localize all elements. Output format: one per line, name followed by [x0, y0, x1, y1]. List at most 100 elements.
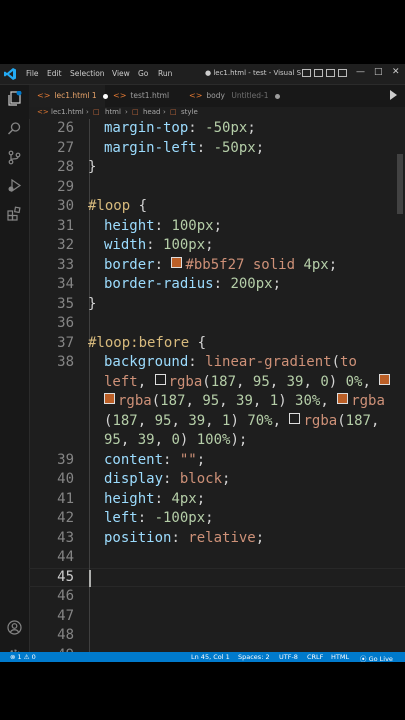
go-live-button[interactable]: ⦿ Go Live	[360, 653, 393, 662]
code-token: ,	[219, 393, 237, 409]
code-token: ,	[252, 393, 270, 409]
menu-selection[interactable]: Selection	[70, 69, 105, 78]
account-icon[interactable]	[7, 620, 22, 635]
code-token: 187	[112, 412, 138, 429]
code-token: :	[213, 276, 231, 292]
code-token: :	[154, 217, 172, 234]
code-token: border-radius	[104, 276, 214, 292]
color-swatch[interactable]	[379, 373, 391, 385]
code-token: {	[189, 334, 207, 351]
code-line: (187, 95, 39, 1) 70%, rgba(187,	[104, 412, 380, 429]
code-token: 187	[210, 373, 237, 390]
breadcrumb-item-head[interactable]: head	[143, 108, 160, 116]
line-number: 39	[57, 451, 74, 468]
code-line: border-radius: 200px;	[104, 276, 281, 292]
code-token: -50px	[205, 120, 248, 136]
code-token: ,	[236, 373, 253, 390]
code-token: ,	[205, 412, 223, 429]
current-line-highlight	[29, 567, 405, 587]
code-token: 39	[286, 373, 304, 390]
editor-tabs: <> lec1.html 1 <> test1.html <> body Untitl…	[29, 85, 405, 108]
code-token: ,	[370, 412, 380, 429]
extensions-icon[interactable]	[7, 206, 22, 221]
tab-test1-html[interactable]: <> test1.html	[105, 85, 185, 107]
line-number: 45	[57, 568, 74, 585]
layout-sidebar-icon[interactable]	[302, 69, 311, 77]
code-line: height: 4px;	[104, 491, 205, 507]
code-token: }	[88, 159, 97, 175]
menu-edit[interactable]: Edit	[47, 69, 62, 78]
line-number: 43	[57, 529, 74, 546]
activity-bar	[0, 85, 30, 662]
search-icon[interactable]	[7, 121, 22, 136]
layout-panel-icon[interactable]	[314, 69, 323, 77]
code-token: ,	[303, 373, 321, 390]
tab-untitled-1[interactable]: <> body Untitled-1	[185, 85, 280, 107]
code-token: ,	[272, 412, 290, 429]
line-number: 27	[57, 139, 74, 156]
code-token: #bb5f27 solid	[185, 256, 304, 273]
close-icon[interactable]: ✕	[392, 67, 400, 77]
color-swatch[interactable]	[171, 256, 183, 268]
code-token: background	[104, 354, 189, 370]
maximize-icon[interactable]: □	[374, 67, 383, 77]
breadcrumb-separator: ›	[86, 108, 89, 116]
menu-file[interactable]: File	[26, 69, 39, 78]
code-line: display: block;	[104, 471, 230, 487]
code-token: ;	[222, 471, 231, 487]
customize-layout-icon[interactable]	[338, 69, 347, 77]
code-editor[interactable]: 26 margin-top: -50px; 27 margin-left: -50px…	[29, 119, 405, 652]
eol-setting[interactable]: CRLF	[307, 653, 323, 661]
breadcrumb-item-html[interactable]: html	[105, 108, 121, 116]
minimize-icon[interactable]: —	[356, 67, 365, 77]
line-number: 30	[57, 198, 74, 214]
line-number: 48	[57, 627, 74, 643]
code-token: -50px	[213, 139, 256, 156]
cursor-position[interactable]: Ln 45, Col 1	[191, 653, 230, 661]
color-swatch[interactable]	[104, 393, 115, 404]
breadcrumb-item-file[interactable]: lec1.html	[51, 108, 84, 116]
line-number: 46	[57, 588, 74, 604]
status-bar: ⊗ 1 ⚠ 0 Ln 45, Col 1 Spaces: 2 UTF-8 CRL…	[0, 652, 405, 662]
run-icon[interactable]	[390, 90, 397, 100]
code-token: :	[171, 529, 189, 546]
code-token: ;	[205, 237, 214, 253]
menu-view[interactable]: View	[112, 69, 130, 78]
menu-go[interactable]: Go	[138, 69, 148, 78]
vscode-logo-icon	[4, 68, 16, 80]
source-control-icon[interactable]	[7, 150, 22, 165]
indentation-setting[interactable]: Spaces: 2	[238, 653, 270, 661]
code-line: }	[88, 159, 96, 175]
tab-lec1-html[interactable]: <> lec1.html 1	[29, 85, 108, 107]
tab-label: test1.html	[130, 91, 170, 100]
code-token: (	[151, 393, 161, 409]
line-number: 38	[57, 354, 74, 370]
breadcrumb-item-style[interactable]: style	[181, 108, 198, 116]
problems-indicator[interactable]: ⊗ 1 ⚠ 0	[10, 653, 36, 661]
code-token: 100px	[171, 217, 214, 234]
code-token: ""	[179, 451, 197, 468]
language-mode[interactable]: HTML	[331, 653, 349, 661]
explorer-icon[interactable]	[7, 91, 22, 106]
code-line: rgba(187, 95, 39, 1) 30%, rgba	[104, 393, 385, 409]
breadcrumb: <> lec1.html › □ html › □ head › □ style	[29, 107, 405, 119]
color-swatch[interactable]	[154, 373, 166, 385]
vertical-scrollbar[interactable]	[397, 154, 403, 214]
color-swatch[interactable]	[289, 412, 301, 424]
menu-run[interactable]: Run	[158, 69, 172, 78]
layout-secondary-icon[interactable]	[326, 69, 335, 77]
vscode-window: File Edit Selection View Go Run ● lec1.h…	[0, 64, 405, 662]
code-token: ,	[137, 412, 155, 429]
code-line: #loop {	[88, 198, 147, 214]
tab-label: lec1.html 1	[54, 91, 97, 100]
code-token: 187	[345, 412, 371, 429]
code-token: :	[146, 237, 164, 253]
code-line: margin-top: -50px;	[104, 120, 256, 136]
run-debug-icon[interactable]	[7, 178, 22, 193]
code-token: ;	[328, 256, 338, 273]
line-number: 31	[57, 217, 74, 234]
color-swatch[interactable]	[337, 393, 349, 404]
code-token: 4px	[171, 490, 197, 507]
encoding-setting[interactable]: UTF-8	[279, 653, 298, 661]
code-token: border	[104, 256, 155, 273]
